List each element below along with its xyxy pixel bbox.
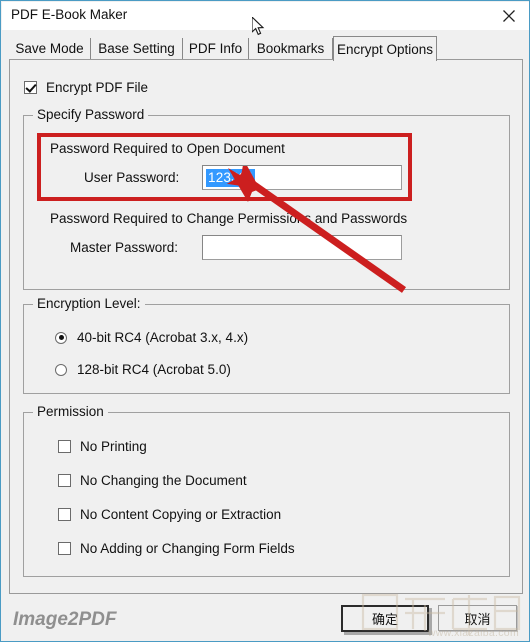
radio-40bit-rc4-label: 40-bit RC4 (Acrobat 3.x, 4.x): [77, 330, 249, 345]
radio-128bit-rc4[interactable]: 128-bit RC4 (Acrobat 5.0): [55, 362, 231, 377]
specify-password-group-title: Specify Password: [33, 107, 149, 122]
radio-40bit-rc4[interactable]: 40-bit RC4 (Acrobat 3.x, 4.x): [55, 330, 248, 345]
checkbox-indicator: [24, 81, 37, 94]
radio-indicator: [55, 331, 67, 344]
ok-button[interactable]: 确定: [341, 605, 429, 632]
cancel-button[interactable]: 取消: [438, 605, 517, 631]
encrypt-pdf-file-label: Encrypt PDF File: [46, 80, 149, 95]
master-password-value: [206, 247, 209, 249]
tab-encrypt-options[interactable]: Encrypt Options: [333, 36, 437, 61]
open-document-caption: Password Required to Open Document: [50, 141, 285, 156]
change-permissions-caption: Password Required to Change Permissions …: [50, 211, 408, 226]
permission-group: Permission No Printing No Changing the D…: [23, 404, 510, 577]
checkbox-no-changing-document-label: No Changing the Document: [80, 473, 247, 488]
user-password-input[interactable]: 123321: [202, 165, 402, 190]
checkbox-no-changing-document[interactable]: No Changing the Document: [58, 473, 247, 488]
user-password-label: User Password:: [84, 170, 180, 185]
checkbox-no-printing-label: No Printing: [80, 439, 147, 454]
checkbox-no-content-copying-label: No Content Copying or Extraction: [80, 507, 282, 522]
checkbox-no-printing[interactable]: No Printing: [58, 439, 147, 454]
tab-base-setting[interactable]: Base Setting: [91, 38, 183, 59]
brand-label: Image2PDF: [13, 609, 117, 630]
permission-group-title: Permission: [33, 404, 108, 419]
checkbox-indicator: [58, 440, 71, 453]
checkbox-no-adding-form-fields-label: No Adding or Changing Form Fields: [80, 541, 295, 556]
close-icon: [502, 9, 516, 23]
master-password-label: Master Password:: [70, 240, 179, 255]
radio-128bit-rc4-label: 128-bit RC4 (Acrobat 5.0): [77, 362, 231, 377]
encryption-level-group: Encryption Level: 40-bit RC4 (Acrobat 3.…: [23, 296, 510, 394]
tab-strip: Save Mode Base Setting PDF Info Bookmark…: [9, 36, 523, 61]
tab-pdf-info[interactable]: PDF Info: [183, 38, 249, 59]
checkbox-indicator: [58, 508, 71, 521]
checkbox-no-adding-form-fields[interactable]: No Adding or Changing Form Fields: [58, 541, 295, 556]
pdf-ebook-maker-window: PDF E-Book Maker Save Mode Base Setting …: [0, 0, 530, 642]
radio-indicator: [55, 363, 67, 376]
encryption-level-group-title: Encryption Level:: [33, 296, 145, 311]
encrypt-options-panel: Encrypt PDF File Specify Password Passwo…: [9, 59, 523, 594]
window-title: PDF E-Book Maker: [11, 7, 128, 22]
encrypt-pdf-file-checkbox[interactable]: Encrypt PDF File: [24, 80, 148, 95]
master-password-input[interactable]: [202, 235, 402, 260]
specify-password-group: Specify Password Password Required to Op…: [23, 107, 510, 290]
title-bar: PDF E-Book Maker: [2, 2, 529, 30]
checkbox-indicator: [58, 542, 71, 555]
user-password-value: 123321: [206, 168, 256, 187]
checkbox-indicator: [58, 474, 71, 487]
checkbox-no-content-copying[interactable]: No Content Copying or Extraction: [58, 507, 281, 522]
tab-bookmarks[interactable]: Bookmarks: [249, 38, 333, 59]
tab-save-mode[interactable]: Save Mode: [9, 38, 91, 59]
close-button[interactable]: [488, 2, 529, 30]
